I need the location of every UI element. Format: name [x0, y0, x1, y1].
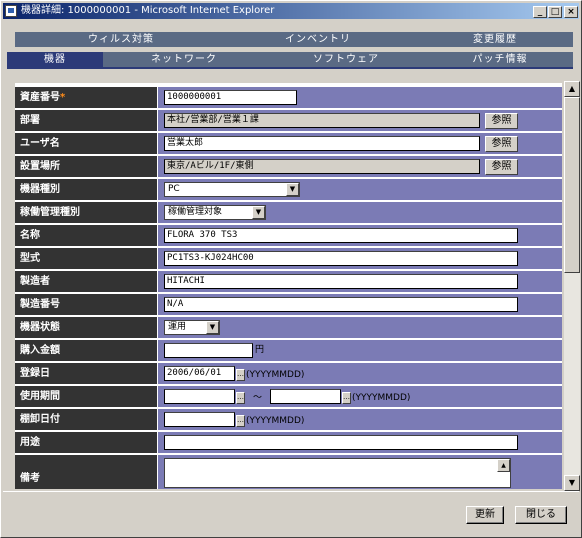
row-location: 設置場所 東京/Aビル/1F/東側 参照 [15, 156, 562, 178]
tab-antivirus[interactable]: ウィルス対策 [15, 32, 227, 47]
calendar-icon[interactable]: … [236, 392, 245, 404]
label-device-type: 機器種別 [15, 179, 158, 200]
minimize-button[interactable]: _ [533, 6, 547, 18]
label-remarks: 備考 [15, 455, 158, 489]
row-reg-date: 登録日 2006/06/01 … (YYYYMMDD) [15, 363, 562, 385]
user-name-input[interactable]: 営業太郎 [164, 136, 480, 151]
calendar-icon[interactable]: … [236, 415, 245, 427]
ie-icon [5, 5, 17, 17]
close-window-button[interactable]: 閉じる [515, 506, 567, 524]
maximize-button[interactable]: □ [548, 6, 562, 18]
label-model: 型式 [15, 248, 158, 269]
location-browse-button[interactable]: 参照 [485, 159, 518, 175]
tab-change-history[interactable]: 変更履歴 [417, 32, 573, 47]
row-asset-no: 資産番号* 1000000001 [15, 87, 562, 109]
chevron-down-icon[interactable]: ▼ [206, 321, 219, 334]
label-reg-date: 登録日 [15, 363, 158, 384]
maker-input[interactable]: HITACHI [164, 274, 518, 289]
tab-inventory[interactable]: インベントリ [219, 32, 417, 47]
row-status: 機器状態 運用 ▼ [15, 317, 562, 339]
scrollbar-thumb[interactable] [564, 97, 580, 273]
title-bar: 機器詳細: 1000000001 - Microsoft Internet Ex… [3, 3, 579, 19]
row-operation-mgmt: 稼働管理種別 稼働管理対象 ▼ [15, 202, 562, 224]
tab-row-top: ウィルス対策 インベントリ 変更履歴 [7, 32, 573, 47]
label-name: 名称 [15, 225, 158, 246]
label-department: 部署 [15, 110, 158, 131]
asset-no-input[interactable]: 1000000001 [164, 90, 297, 105]
reg-date-format: (YYYYMMDD) [246, 370, 305, 380]
row-inventory-date: 棚卸日付 … (YYYYMMDD) [15, 409, 562, 431]
label-operation-mgmt: 稼働管理種別 [15, 202, 158, 223]
inventory-date-format: (YYYYMMDD) [246, 416, 305, 426]
tab-network[interactable]: ネットワーク [103, 52, 265, 67]
inventory-date-input[interactable] [164, 412, 235, 427]
row-purpose: 用途 [15, 432, 562, 454]
footer-bar: 更新 閉じる [3, 491, 579, 537]
row-user-name: ユーザ名 営業太郎 参照 [15, 133, 562, 155]
label-price: 購入金額 [15, 340, 158, 361]
user-browse-button[interactable]: 参照 [485, 136, 518, 152]
label-inventory-date: 棚卸日付 [15, 409, 158, 430]
browser-window: 機器詳細: 1000000001 - Microsoft Internet Ex… [0, 0, 582, 538]
row-period: 使用期間 … ～ … (YYYYMMDD) [15, 386, 562, 408]
reg-date-input[interactable]: 2006/06/01 [164, 366, 235, 381]
tab-device[interactable]: 機器 [7, 52, 103, 67]
row-name: 名称 FLORA 370 TS3 [15, 225, 562, 247]
tab-patch-info[interactable]: パッチ情報 [427, 52, 573, 67]
label-purpose: 用途 [15, 432, 158, 453]
purpose-input[interactable] [164, 435, 518, 450]
row-price: 購入金額 円 [15, 340, 562, 362]
tab-software[interactable]: ソフトウェア [265, 52, 427, 67]
row-maker: 製造者 HITACHI [15, 271, 562, 293]
row-serial: 製造番号 N/A [15, 294, 562, 316]
vertical-scrollbar[interactable]: ▲ ▼ [564, 81, 580, 491]
label-period: 使用期間 [15, 386, 158, 407]
label-serial: 製造番号 [15, 294, 158, 315]
operation-mgmt-select[interactable]: 稼働管理対象 ▼ [164, 205, 266, 220]
scroll-up-icon[interactable]: ▲ [497, 459, 510, 472]
department-input: 本社/営業部/営業１課 [164, 113, 480, 128]
calendar-icon[interactable]: … [236, 369, 245, 381]
tab-row-bottom: 機器 ネットワーク ソフトウェア パッチ情報 [7, 52, 573, 67]
required-mark: * [60, 92, 66, 103]
price-input[interactable] [164, 343, 253, 358]
status-select[interactable]: 運用 ▼ [164, 320, 220, 335]
label-user-name: ユーザ名 [15, 133, 158, 154]
label-status: 機器状態 [15, 317, 158, 338]
chevron-down-icon[interactable]: ▼ [286, 183, 299, 196]
name-input[interactable]: FLORA 370 TS3 [164, 228, 518, 243]
scroll-down-button[interactable]: ▼ [564, 475, 580, 491]
period-separator: ～ [253, 393, 263, 403]
chevron-down-icon[interactable]: ▼ [252, 206, 265, 219]
scroll-up-button[interactable]: ▲ [564, 81, 580, 97]
period-format: (YYYYMMDD) [352, 393, 411, 403]
location-input: 東京/Aビル/1F/東側 [164, 159, 480, 174]
close-button[interactable]: × [564, 6, 578, 18]
tab-underline [7, 67, 573, 69]
serial-input[interactable]: N/A [164, 297, 518, 312]
row-remarks: 備考 ▲ [15, 455, 562, 489]
remarks-textarea[interactable]: ▲ [164, 458, 511, 488]
price-unit: 円 [255, 345, 265, 355]
label-maker: 製造者 [15, 271, 158, 292]
label-asset-no: 資産番号* [15, 87, 158, 108]
device-type-select[interactable]: PC ▼ [164, 182, 300, 197]
row-department: 部署 本社/営業部/営業１課 参照 [15, 110, 562, 132]
row-device-type: 機器種別 PC ▼ [15, 179, 562, 201]
row-model: 型式 PC1TS3-KJ024HC00 [15, 248, 562, 270]
update-button[interactable]: 更新 [466, 506, 504, 524]
department-browse-button[interactable]: 参照 [485, 113, 518, 129]
model-input[interactable]: PC1TS3-KJ024HC00 [164, 251, 518, 266]
label-location: 設置場所 [15, 156, 158, 177]
calendar-icon[interactable]: … [342, 392, 351, 404]
period-to-input[interactable] [270, 389, 341, 404]
period-from-input[interactable] [164, 389, 235, 404]
window-title: 機器詳細: 1000000001 - Microsoft Internet Ex… [21, 5, 275, 16]
device-form: 資産番号* 1000000001 部署 本社/営業部/営業１課 参照 ユーザ名 … [15, 83, 562, 489]
